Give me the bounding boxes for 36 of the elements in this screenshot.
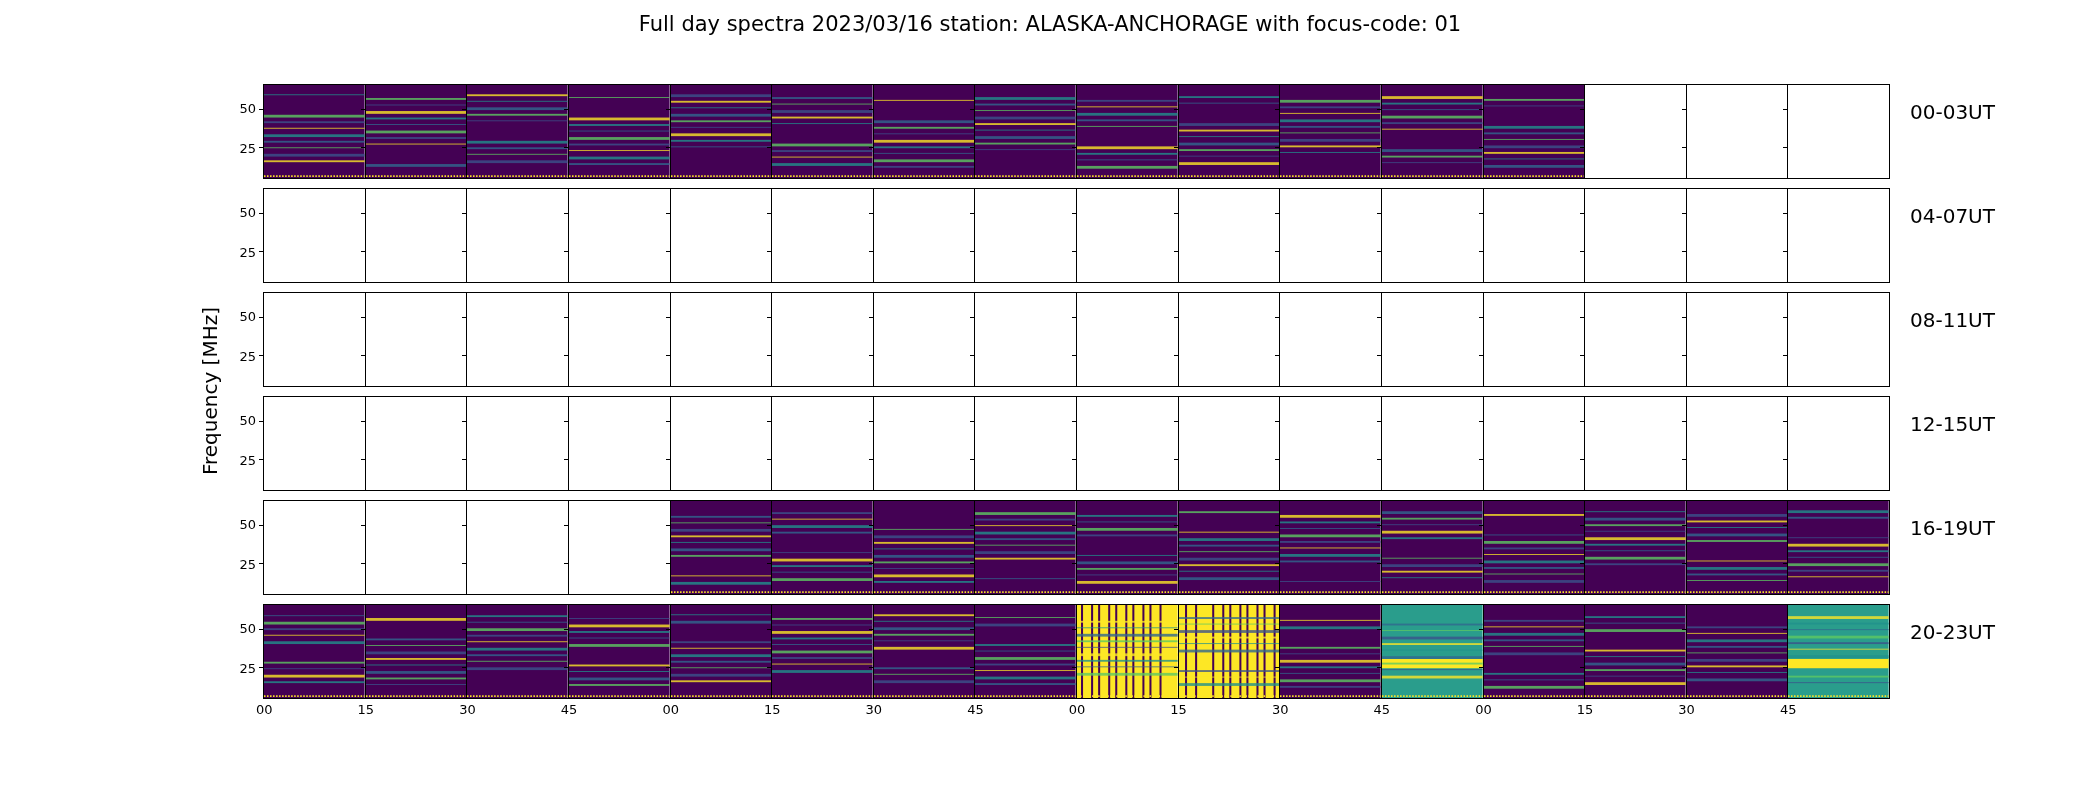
tick-label: 50 [239,100,256,116]
tick-label: 50 [239,412,256,428]
tick-label: 25 [239,452,256,468]
tick-label: 50 [239,620,256,636]
tick-label: 15 [1576,702,1595,717]
row-label: 08-11UT [1910,307,1995,334]
tick-label: 25 [239,140,256,156]
tick-label: 45 [1373,702,1392,717]
tick-label: 25 [239,348,256,364]
tick-label: 50 [239,516,256,532]
tick-label: 15 [357,702,376,717]
tick-label: 30 [459,702,477,717]
figure-title: Full day spectra 2023/03/16 station: ALASKA-ANCHORAGE with focus-code: 01 [637,11,1463,38]
tick-label: 00 [662,702,680,717]
tick-label: 30 [865,702,884,717]
tick-label: 30 [1678,702,1696,717]
tick-label: 15 [763,702,782,717]
row-label: 00-03UT [1910,99,1995,126]
tick-label: 50 [239,204,256,220]
tick-label: 00 [256,702,274,717]
tick-label: 00 [1475,702,1493,717]
tick-label: 15 [1170,702,1188,717]
row-label: 12-15UT [1910,411,1995,438]
tick-label: 25 [239,556,256,572]
tick-label: 30 [1271,702,1290,717]
tick-label: 50 [239,308,256,324]
tick-label: 25 [239,660,256,676]
tick-label: 45 [560,702,579,717]
tick-label: 00 [1068,702,1087,717]
row-label: 20-23UT [1910,619,1995,646]
row-label: 16-19UT [1910,515,1995,542]
axis-label: Frequency [MHz] [198,307,222,476]
row-label: 04-07UT [1910,203,1995,230]
tick-label: 45 [967,702,985,717]
tick-label: 25 [239,244,256,260]
tick-label: 45 [1779,702,1798,717]
